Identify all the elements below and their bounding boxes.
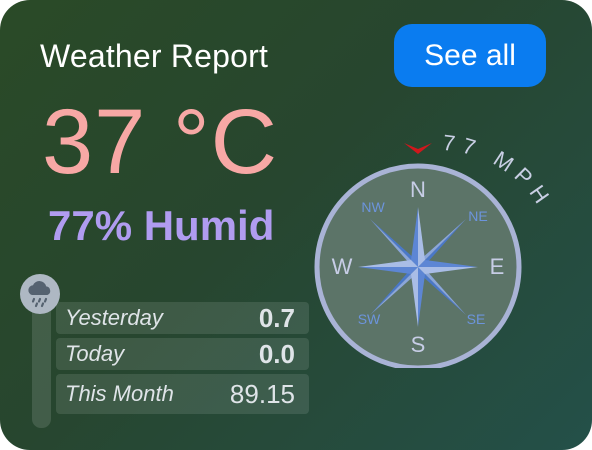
wind-direction-marker-icon (404, 143, 432, 154)
rainfall-value: 0.0 (258, 338, 295, 369)
rainfall-value: 0.7 (258, 302, 295, 333)
see-all-button[interactable]: See all (394, 24, 546, 87)
compass-rose-icon (358, 207, 478, 327)
temperature-value: 37 °C (42, 91, 279, 193)
compass-label-s: S (411, 332, 426, 357)
rainfall-table: Yesterday 0.7 Today 0.0 This Month 89.15 (56, 302, 309, 418)
compass-label-nw: NW (361, 199, 385, 215)
rain-cloud-icon (20, 274, 60, 314)
compass-label-n: N (410, 177, 426, 202)
wind-compass: 77 MPH N E S W NW NE SW SE (314, 130, 551, 368)
rainfall-label: Yesterday (65, 305, 163, 330)
rainfall-row-today: Today 0.0 (56, 338, 309, 370)
rainfall-row-yesterday: Yesterday 0.7 (56, 302, 309, 334)
compass-label-e: E (490, 254, 505, 279)
compass-label-ne: NE (468, 208, 487, 224)
rainfall-row-this-month: This Month 89.15 (56, 374, 309, 414)
rainfall-label: Today (65, 341, 125, 366)
compass-label-se: SE (467, 311, 486, 327)
rainfall-value: 89.15 (229, 378, 295, 409)
rainfall-label: This Month (65, 381, 174, 406)
humidity-value: 77% Humid (48, 202, 275, 249)
compass-label-w: W (332, 254, 353, 279)
card-title: Weather Report (40, 38, 269, 74)
weather-card: Weather Report See all 37 °C 77% Humid Y… (0, 0, 592, 450)
compass-label-sw: SW (358, 311, 381, 327)
